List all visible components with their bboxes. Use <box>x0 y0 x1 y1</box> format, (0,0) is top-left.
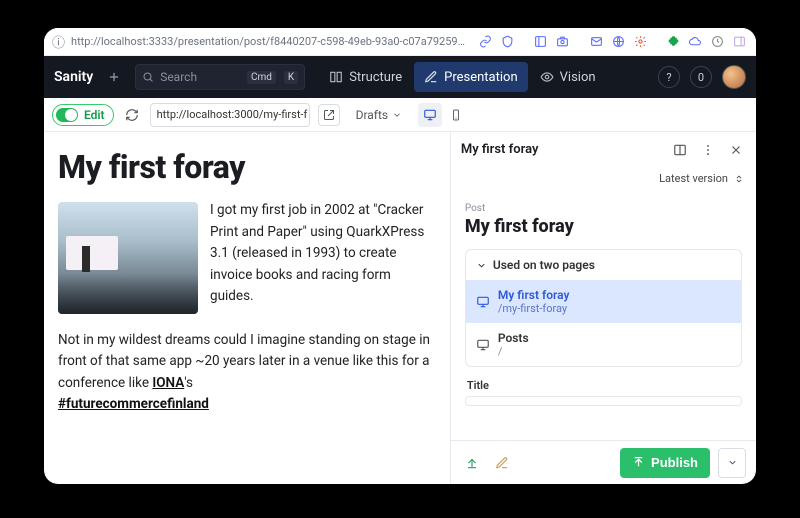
used-on-card: Used on two pages My first foray /my-fir… <box>465 249 742 367</box>
tab-structure[interactable]: Structure <box>319 62 412 92</box>
search-input[interactable]: Search Cmd K <box>135 64 305 90</box>
tab-vision[interactable]: Vision <box>530 62 606 92</box>
resize-icon[interactable] <box>533 33 549 51</box>
tab-vision-label: Vision <box>560 70 596 85</box>
devtools-icon[interactable] <box>710 33 726 51</box>
edit-icon[interactable] <box>491 452 513 474</box>
preview-pane: My first foray I got my first job in 200… <box>44 132 450 484</box>
publish-button[interactable]: Publish <box>620 448 710 478</box>
page-row[interactable]: My first foray /my-first-foray <box>466 280 741 323</box>
page-title: Posts <box>498 331 529 345</box>
type-label: Post <box>465 203 742 214</box>
page-path: /my-first-foray <box>498 302 570 315</box>
hashtag-text: #futurecommercefinland <box>58 396 209 412</box>
used-on-header[interactable]: Used on two pages <box>466 250 741 280</box>
drafts-label: Drafts <box>356 108 389 122</box>
gear-icon[interactable] <box>632 33 648 51</box>
puzzle-icon[interactable] <box>666 33 682 51</box>
device-toggle <box>418 103 468 127</box>
device-desktop-button[interactable] <box>418 103 442 127</box>
preview-toolbar: Edit http://localhost:3000/my-first-f Dr… <box>44 98 756 132</box>
app-window: ⓘ http://localhost:3333/presentation/pos… <box>44 28 756 484</box>
paragraph-1: I got my first job in 2002 at "Cracker P… <box>210 202 424 304</box>
tab-presentation[interactable]: Presentation <box>414 62 528 92</box>
avatar[interactable] <box>722 65 746 89</box>
kbd-k: K <box>284 71 298 84</box>
paragraph-2a: Not in my wildest dreams could I imagine… <box>58 332 430 391</box>
publish-dropdown[interactable] <box>718 448 746 478</box>
desktop-icon <box>476 295 490 309</box>
browser-url-bar: ⓘ http://localhost:3333/presentation/pos… <box>44 28 756 56</box>
shield-icon[interactable] <box>499 33 515 51</box>
vision-icon <box>540 70 554 84</box>
preview-url-text: http://localhost:3000/my-first-f <box>157 108 308 121</box>
edit-toggle-label: Edit <box>84 108 105 122</box>
edit-toggle[interactable]: Edit <box>52 104 114 126</box>
camera-icon[interactable] <box>555 33 571 51</box>
presentation-icon <box>424 70 438 84</box>
article-heading[interactable]: My first foray <box>58 148 436 186</box>
device-mobile-button[interactable] <box>444 103 468 127</box>
open-external-button[interactable] <box>318 104 340 126</box>
search-icon <box>142 71 154 83</box>
panel-header: My first foray <box>451 132 756 168</box>
title-field-label: Title <box>467 379 740 392</box>
info-icon[interactable]: ⓘ <box>52 32 65 51</box>
article-body[interactable]: I got my first job in 2002 at "Cracker P… <box>58 200 436 416</box>
kbd-cmd: Cmd <box>247 71 276 84</box>
publish-icon <box>632 456 645 469</box>
tab-presentation-label: Presentation <box>444 70 518 85</box>
nav-tabs: Structure Presentation Vision <box>319 62 605 92</box>
brand-label[interactable]: Sanity <box>54 69 93 85</box>
panel-doc-title: My first foray <box>461 142 662 157</box>
panel-footer: Publish <box>451 440 756 484</box>
refresh-button[interactable] <box>122 105 142 125</box>
search-placeholder: Search <box>160 70 239 84</box>
page-title: My first foray <box>498 288 570 302</box>
toggle-switch-icon <box>56 108 78 122</box>
panel-split-icon[interactable] <box>670 140 690 160</box>
structure-icon <box>329 70 343 84</box>
globe-icon[interactable] <box>610 33 626 51</box>
cloud-icon[interactable] <box>688 33 704 51</box>
notification-count[interactable]: 0 <box>690 66 712 88</box>
sort-icon <box>734 174 744 184</box>
version-label: Latest version <box>659 172 728 185</box>
tab-structure-label: Structure <box>349 70 402 85</box>
drafts-dropdown[interactable]: Drafts <box>348 103 411 127</box>
document-panel: My first foray Latest version Post My fi… <box>450 132 756 484</box>
publish-label: Publish <box>651 455 698 470</box>
panel-body: Post My first foray Used on two pages My… <box>451 193 756 440</box>
panel-close-icon[interactable] <box>726 140 746 160</box>
browser-url-text[interactable]: http://localhost:3333/presentation/post/… <box>71 35 465 48</box>
desktop-icon <box>476 338 490 352</box>
preview-url-input[interactable]: http://localhost:3000/my-first-f <box>150 103 310 127</box>
sidebar-icon[interactable] <box>732 33 748 51</box>
help-button[interactable]: ? <box>658 66 680 88</box>
hashtag-link[interactable]: #futurecommercefinland <box>58 396 209 412</box>
panel-heading: My first foray <box>465 216 742 237</box>
hero-image <box>58 202 198 314</box>
title-field-input[interactable] <box>465 396 742 406</box>
page-path: / <box>498 345 529 358</box>
chevron-down-icon <box>727 457 738 468</box>
page-row[interactable]: Posts / <box>466 323 741 366</box>
link-iona[interactable]: IONA <box>152 375 184 391</box>
panel-menu-icon[interactable] <box>698 140 718 160</box>
used-on-label: Used on two pages <box>493 258 595 272</box>
version-dropdown[interactable]: Latest version <box>659 172 744 185</box>
app-topbar: Sanity Search Cmd K Structure Presentati… <box>44 56 756 98</box>
create-button[interactable] <box>103 66 125 88</box>
mail-check-icon[interactable] <box>588 33 604 51</box>
chevron-down-icon <box>476 260 487 271</box>
link-icon[interactable] <box>477 33 493 51</box>
paragraph-2b: 's <box>184 375 193 391</box>
main-body: My first foray I got my first job in 200… <box>44 132 756 484</box>
sync-up-icon[interactable] <box>461 452 483 474</box>
chevron-down-icon <box>392 110 402 120</box>
